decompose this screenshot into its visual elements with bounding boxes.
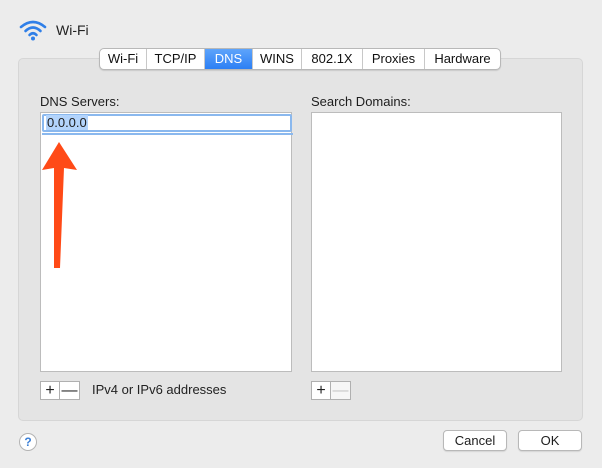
- search-button-group: + —: [311, 381, 351, 400]
- dns-servers-label: DNS Servers:: [40, 94, 120, 109]
- dns-button-group: + —: [40, 381, 80, 400]
- dns-server-value[interactable]: 0.0.0.0: [46, 115, 88, 130]
- add-dns-server-button[interactable]: +: [40, 381, 60, 400]
- add-search-domain-button[interactable]: +: [311, 381, 331, 400]
- tab-hardware[interactable]: Hardware: [425, 49, 500, 69]
- tab-wifi[interactable]: Wi-Fi: [100, 49, 147, 69]
- search-domains-label: Search Domains:: [311, 94, 411, 109]
- help-button[interactable]: ?: [19, 433, 37, 451]
- tab-dns[interactable]: DNS: [205, 49, 253, 69]
- remove-dns-server-button[interactable]: —: [60, 381, 80, 400]
- tab-bar: Wi-Fi TCP/IP DNS WINS 802.1X Proxies Har…: [99, 48, 501, 70]
- remove-search-domain-button: —: [331, 381, 351, 400]
- tab-wins[interactable]: WINS: [253, 49, 302, 69]
- wifi-icon: [19, 20, 47, 41]
- dns-address-hint: IPv4 or IPv6 addresses: [92, 382, 227, 397]
- ok-button[interactable]: OK: [518, 430, 582, 451]
- window-header: Wi-Fi: [18, 18, 89, 42]
- tab-tcpip[interactable]: TCP/IP: [147, 49, 205, 69]
- tab-8021x[interactable]: 802.1X: [302, 49, 363, 69]
- red-arrow-annotation: [42, 142, 77, 268]
- search-domains-list[interactable]: [311, 112, 562, 372]
- window-title: Wi-Fi: [56, 22, 89, 38]
- tab-proxies[interactable]: Proxies: [363, 49, 425, 69]
- cancel-button[interactable]: Cancel: [443, 430, 507, 451]
- selected-row-underline: [42, 133, 293, 135]
- dns-server-entry[interactable]: 0.0.0.0: [42, 114, 292, 132]
